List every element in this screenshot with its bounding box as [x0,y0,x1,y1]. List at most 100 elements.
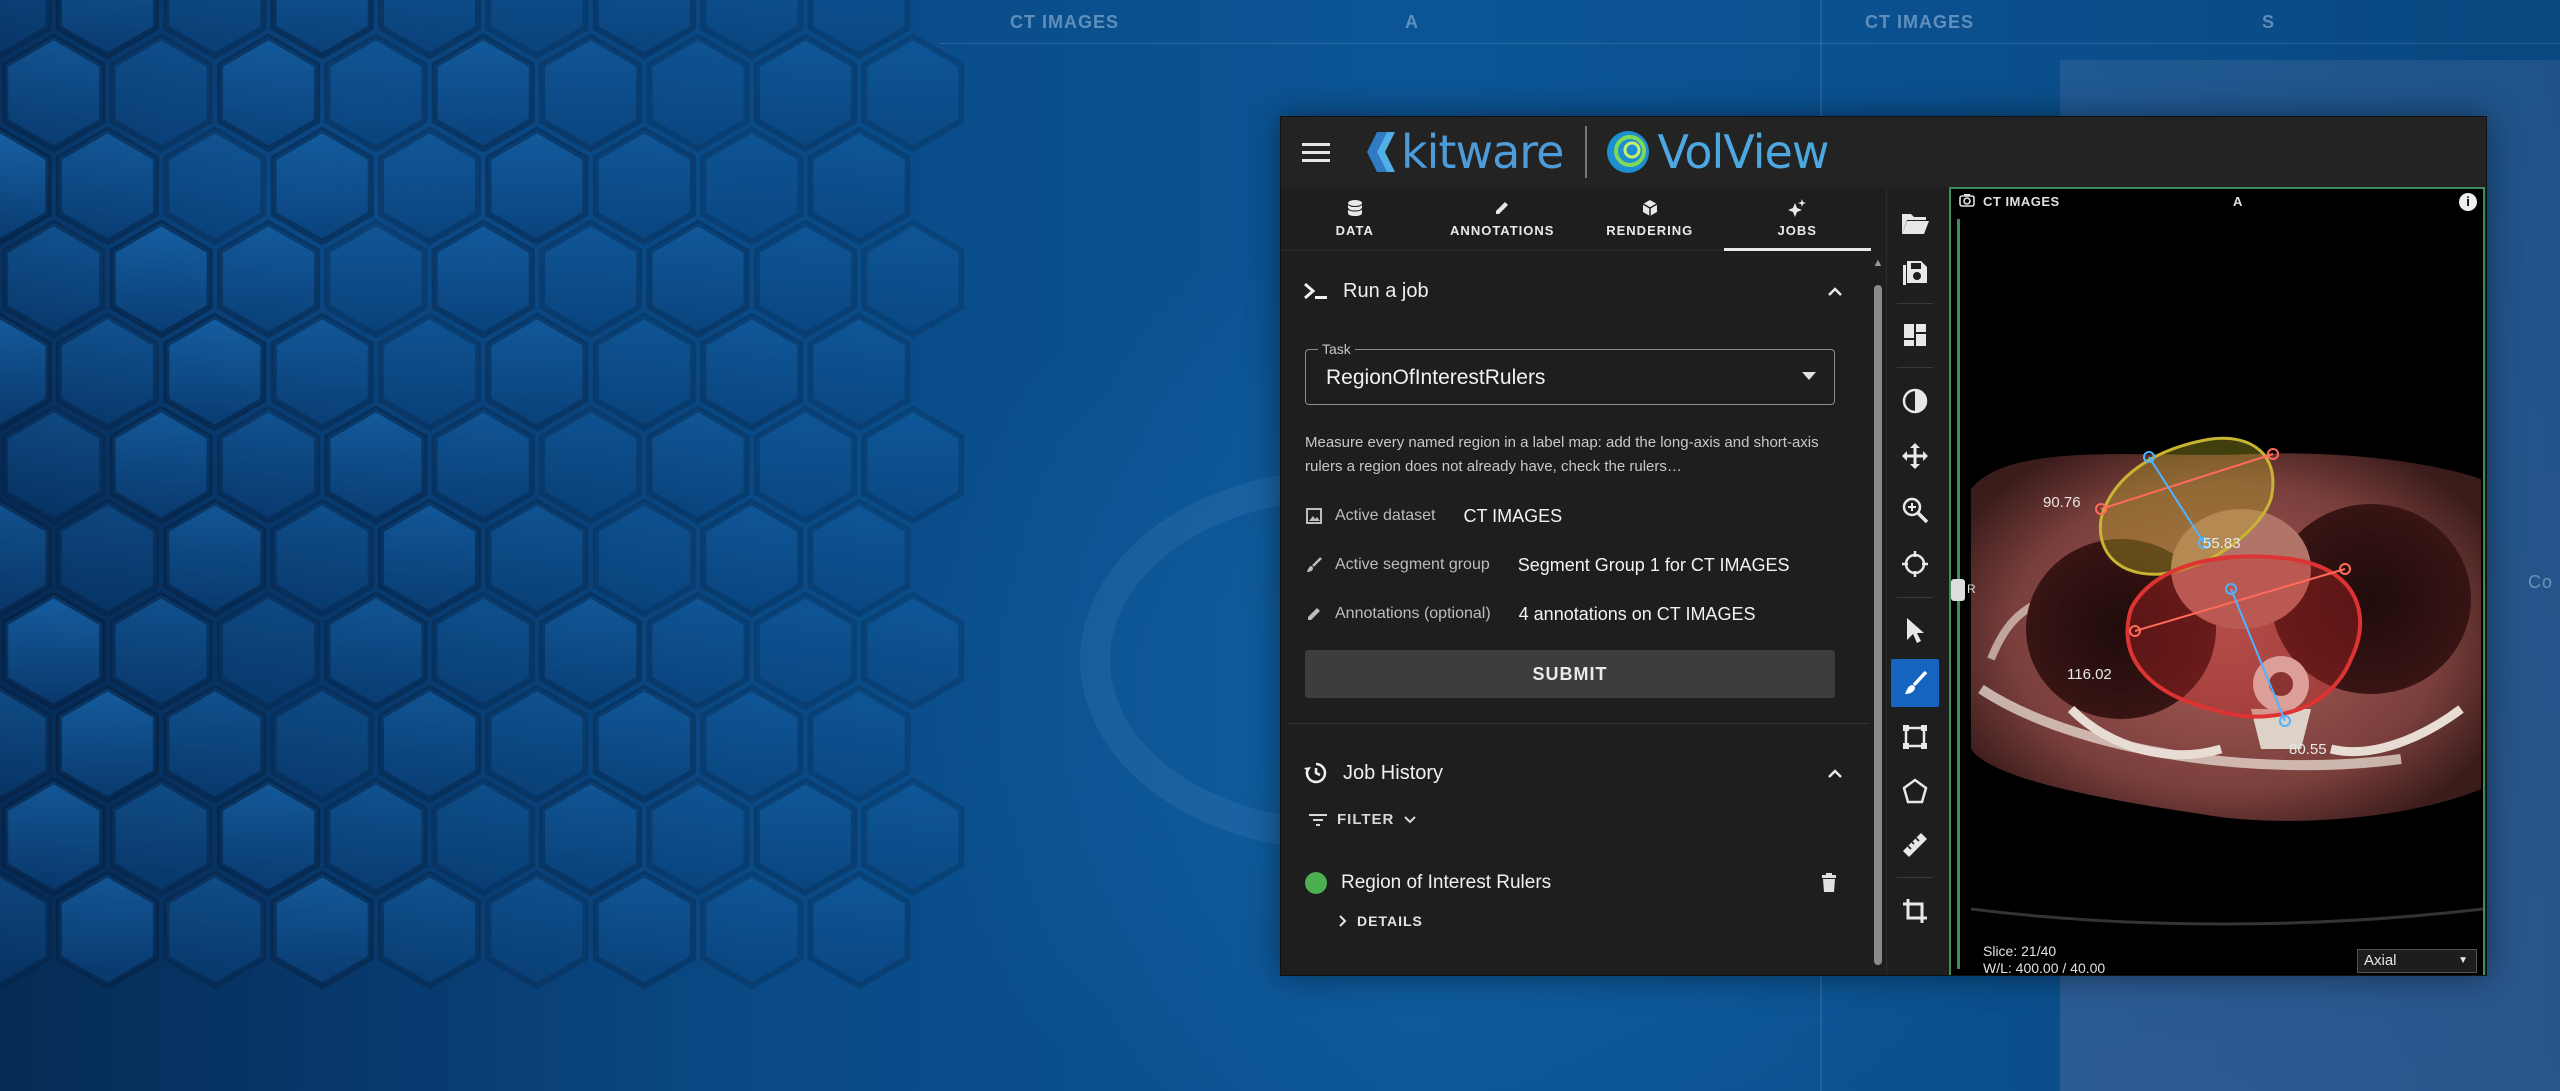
polygon-icon [1902,778,1928,804]
zoom-tool[interactable] [1891,486,1939,534]
background-hexagon [431,405,535,525]
dropdown-arrow-icon [1802,372,1816,380]
annotations-label: Annotations (optional) [1335,605,1491,622]
viewer-orientation-side: R [1967,582,1976,596]
background-hexagon [109,591,213,711]
background-hexagon [324,777,428,897]
background-hexagon [217,777,320,897]
ruler-tool[interactable] [1891,821,1939,869]
background-hexagon [2,777,106,897]
slice-slider-handle[interactable] [1951,579,1965,601]
pan-tool[interactable] [1891,432,1939,480]
tab-annotations[interactable]: ANNOTATIONS [1429,187,1577,250]
background-hexagon [324,591,428,711]
crop-tool[interactable] [1891,887,1939,935]
ct-viewer[interactable]: CT IMAGES A i R 90.76 55.83 116.02 80.55… [1949,187,2485,975]
scroll-up-arrow-icon[interactable]: ▲ [1872,257,1884,271]
filter-icon [1309,813,1327,826]
background-hexagon [753,591,857,711]
background-hexagon [163,498,267,618]
view-mode-select[interactable]: Axial ▼ [2357,949,2477,973]
active-dataset-label: Active dataset [1335,507,1436,524]
background-hexagon [0,312,52,432]
background-hexagon [700,498,804,618]
chevron-up-icon[interactable] [1827,286,1843,296]
task-select[interactable]: Task RegionOfInterestRulers [1305,341,1835,405]
measurement-label: 80.55 [2289,741,2327,758]
measurement-label: 116.02 [2067,666,2112,683]
chevron-up-icon[interactable] [1827,768,1843,778]
background-hexagon [861,33,965,153]
background-hexagon [861,405,965,525]
background-hexagon [646,591,750,711]
background-label-left: CT IMAGES [1010,12,1120,32]
background-hexagon [539,33,643,153]
save-button[interactable] [1891,247,1939,295]
paint-tool[interactable] [1891,659,1939,707]
window-level-tool[interactable] [1891,377,1939,425]
rectangle-icon [1903,725,1927,749]
measurement-label: 55.83 [2203,535,2241,552]
panel-scrollbar[interactable]: ▲ [1872,257,1884,975]
background-hexagon [539,219,643,339]
slice-number: Slice: 21/40 [1983,943,2057,959]
run-job-header[interactable]: Run a job [1303,267,1843,315]
volview-wordmark: VolView [1657,125,1829,179]
filter-button[interactable]: FILTER [1309,811,1417,828]
tab-rendering-label: RENDERING [1606,223,1694,238]
job-status-dot [1305,872,1327,894]
camera-icon[interactable] [1959,193,1975,207]
background-hexagon [592,312,696,432]
scroll-thumb[interactable] [1874,285,1882,965]
crop-icon [1903,899,1927,923]
tab-jobs[interactable]: JOBS [1723,187,1872,251]
tool-separator [1897,877,1933,878]
tab-data[interactable]: DATA [1281,187,1429,250]
background-hexagon [485,684,589,804]
background-hexagon [646,777,750,897]
volview-app-window: kitware VolView DATA ANNOTATIONS RENDERI… [1280,116,2487,976]
job-history-title: Job History [1343,761,1444,784]
annotations-value: 4 annotations on CT IMAGES [1518,603,1756,624]
segment-group-row: Active segment group Segment Group 1 for… [1305,550,1790,580]
polygon-tool[interactable] [1891,767,1939,815]
background-hexagon [163,126,267,246]
background-hexagon [0,870,52,990]
tool-separator [1897,367,1933,368]
job-history-header[interactable]: Job History [1303,749,1843,797]
info-icon[interactable]: i [2459,193,2477,211]
background-orient-right: S [2262,12,2276,32]
job-details-toggle[interactable]: DETAILS [1339,913,1423,929]
rectangle-tool[interactable] [1891,713,1939,761]
background-hexagon [378,126,481,246]
background-hexagon [646,219,750,339]
tab-rendering[interactable]: RENDERING [1576,187,1724,250]
job-item[interactable]: Region of Interest Rulers [1305,863,1845,903]
background-hexagon [592,126,696,246]
trash-icon[interactable] [1821,873,1837,893]
toolbar [1887,187,1943,975]
background-viewer-bar [940,0,2560,44]
background-hexagon [0,684,52,804]
history-icon [1304,762,1327,784]
section-divider [1289,723,1869,724]
select-tool[interactable] [1891,606,1939,654]
background-hexagon [55,870,159,990]
open-files-button[interactable] [1891,199,1939,247]
submit-button[interactable]: SUBMIT [1305,650,1835,698]
background-hexagon [0,126,52,246]
background-hexagon [646,405,750,525]
logo-divider [1585,126,1588,178]
background-hexagon [431,777,535,897]
background-hexagon [700,126,804,246]
hamburger-icon [1302,143,1330,162]
paint-icon [1905,670,1928,694]
layout-button[interactable] [1891,311,1939,359]
background-hexagon [378,684,481,804]
background-hexagon [861,591,965,711]
background-hexagon [700,312,804,432]
menu-button[interactable] [1281,117,1351,187]
background-hexagon [592,498,696,618]
crosshair-icon [1902,551,1928,577]
crosshairs-tool[interactable] [1891,540,1939,588]
